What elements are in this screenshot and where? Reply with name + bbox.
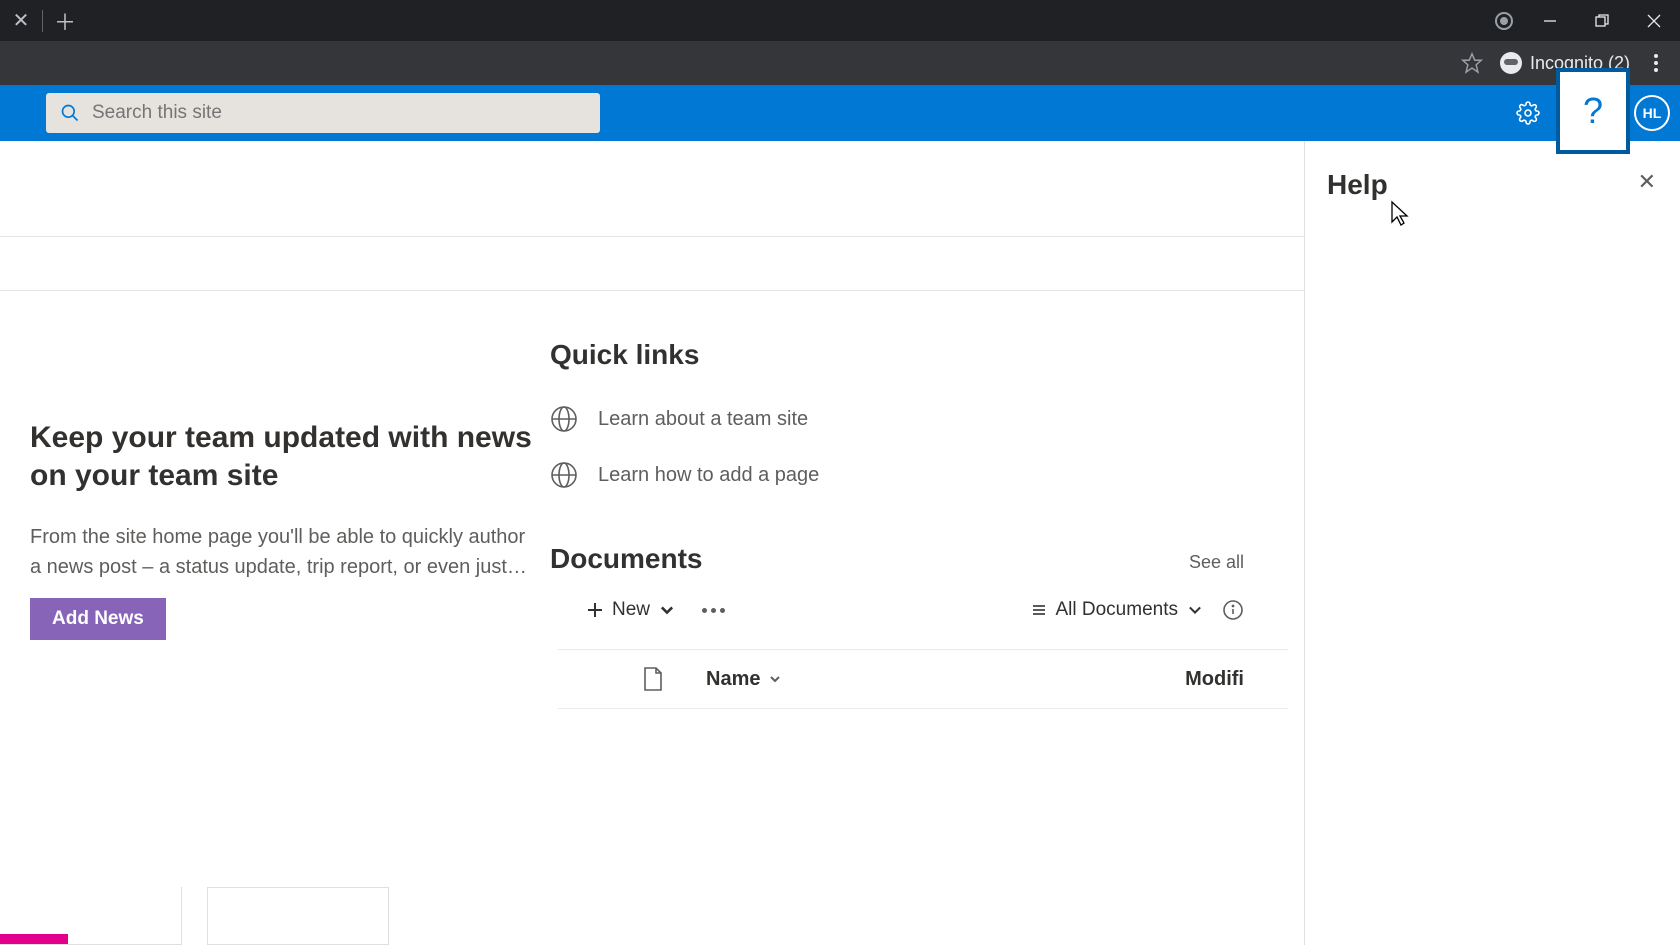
help-close-button[interactable]: ✕ bbox=[1638, 169, 1656, 195]
avatar-initials: HL bbox=[1643, 105, 1662, 121]
new-button[interactable]: New bbox=[586, 599, 676, 621]
browser-tab-strip: ✕ ＋ bbox=[0, 0, 1680, 41]
quicklink-label: Learn how to add a page bbox=[598, 464, 819, 487]
news-description: From the site home page you'll be able t… bbox=[30, 522, 540, 582]
close-tab-button[interactable]: ✕ bbox=[0, 0, 42, 41]
documents-heading: Documents bbox=[550, 543, 702, 575]
quicklinks-heading: Quick links bbox=[550, 339, 1288, 371]
new-label: New bbox=[612, 599, 650, 621]
browser-menu-button[interactable] bbox=[1638, 54, 1674, 72]
window-restore-button[interactable] bbox=[1576, 0, 1628, 41]
documents-toolbar: New All Documents bbox=[550, 599, 1288, 621]
news-heading: Keep your team updated with news on your… bbox=[30, 419, 540, 494]
chevron-down-icon bbox=[658, 601, 676, 619]
window-minimize-button[interactable] bbox=[1524, 0, 1576, 41]
globe-icon bbox=[550, 461, 578, 489]
bookmark-star-icon[interactable] bbox=[1452, 43, 1492, 83]
question-icon: ? bbox=[1583, 90, 1603, 132]
search-icon bbox=[60, 103, 80, 123]
news-card-accent bbox=[0, 934, 68, 944]
news-card[interactable] bbox=[207, 887, 389, 945]
view-selector[interactable]: All Documents bbox=[1030, 599, 1205, 621]
site-header-area bbox=[0, 141, 1304, 237]
browser-address-strip: Incognito (2) bbox=[0, 41, 1680, 85]
gear-icon bbox=[1516, 101, 1540, 125]
documents-table-header: Name Modifi bbox=[558, 649, 1288, 709]
command-bar-area bbox=[0, 237, 1304, 291]
news-cards-row bbox=[0, 887, 389, 945]
quicklink-item[interactable]: Learn about a team site bbox=[550, 405, 1288, 433]
see-all-link[interactable]: See all bbox=[1189, 552, 1244, 573]
news-card[interactable] bbox=[0, 887, 182, 945]
chevron-down-icon bbox=[1186, 601, 1204, 619]
account-shield-icon[interactable] bbox=[1484, 1, 1524, 41]
incognito-icon bbox=[1500, 52, 1522, 74]
column-header-modified[interactable]: Modifi bbox=[1185, 668, 1244, 691]
add-news-button[interactable]: Add News bbox=[30, 598, 166, 640]
file-type-icon bbox=[642, 666, 664, 692]
suite-header: ? HL bbox=[0, 85, 1680, 141]
search-input[interactable] bbox=[92, 102, 586, 124]
globe-icon bbox=[550, 405, 578, 433]
quicklink-item[interactable]: Learn how to add a page bbox=[550, 461, 1288, 489]
plus-icon bbox=[586, 601, 604, 619]
more-actions-button[interactable] bbox=[694, 604, 733, 617]
view-label: All Documents bbox=[1056, 599, 1179, 621]
help-button[interactable]: ? bbox=[1556, 68, 1630, 154]
help-panel-title: Help bbox=[1327, 169, 1388, 201]
list-icon bbox=[1030, 601, 1048, 619]
new-tab-button[interactable]: ＋ bbox=[43, 0, 87, 41]
info-icon bbox=[1222, 599, 1244, 621]
chevron-down-icon bbox=[768, 672, 782, 686]
search-box[interactable] bbox=[46, 93, 600, 133]
settings-button[interactable] bbox=[1500, 85, 1556, 141]
column-header-name[interactable]: Name bbox=[706, 668, 1185, 691]
help-panel: Help ✕ bbox=[1305, 141, 1680, 945]
window-close-button[interactable] bbox=[1628, 0, 1680, 41]
avatar[interactable]: HL bbox=[1634, 95, 1670, 131]
details-pane-button[interactable] bbox=[1222, 599, 1244, 621]
quicklink-label: Learn about a team site bbox=[598, 408, 808, 431]
